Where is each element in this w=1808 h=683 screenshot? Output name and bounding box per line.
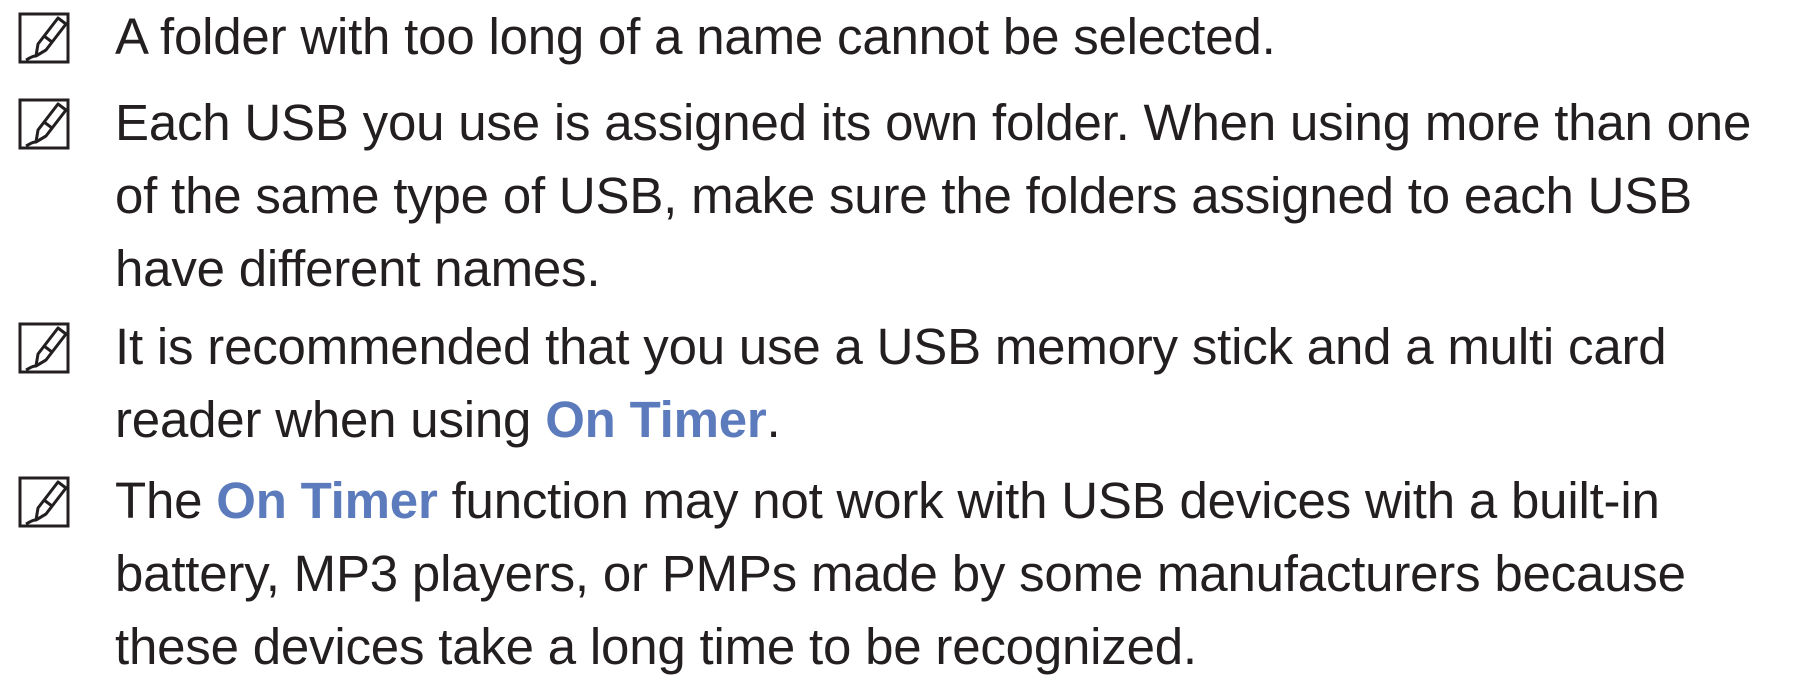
note-pencil-icon [14, 472, 74, 532]
note-line: The On Timer function may not work with … [115, 464, 1795, 537]
notes-list: A folder with too long of a name cannot … [0, 0, 1808, 675]
note-text: A folder with too long of a name cannot … [115, 0, 1795, 73]
on-timer-highlight: On Timer [545, 391, 767, 448]
note-line: Each USB you use is assigned its own fol… [115, 94, 1752, 151]
note-line: It is recommended that you use a USB mem… [115, 318, 1667, 375]
note-line: reader when using On Timer. [115, 383, 1795, 456]
note-line: A folder with too long of a name cannot … [115, 8, 1276, 65]
note-line: battery, MP3 players, or PMPs made by so… [115, 545, 1686, 602]
note-line: have different names. [115, 240, 601, 297]
note-line-text: function may not work with USB devices w… [437, 472, 1660, 529]
note-pencil-icon [14, 94, 74, 154]
note-line: these devices take a long time to be rec… [115, 618, 1197, 675]
note-text: The On Timer function may not work with … [115, 464, 1795, 683]
note-line-text: . [766, 391, 781, 448]
note-text: It is recommended that you use a USB mem… [115, 310, 1795, 456]
note-text: Each USB you use is assigned its own fol… [115, 86, 1795, 305]
note-line: of the same type of USB, make sure the f… [115, 167, 1692, 224]
on-timer-highlight: On Timer [216, 472, 438, 529]
note-pencil-icon [14, 8, 74, 68]
note-line-text: reader when using [115, 391, 546, 448]
note-line-text: The [115, 472, 217, 529]
note-pencil-icon [14, 318, 74, 378]
